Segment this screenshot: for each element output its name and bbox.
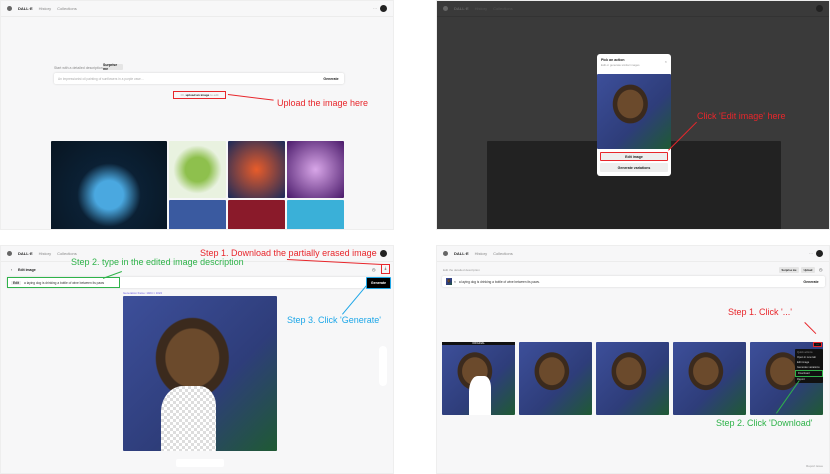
avatar[interactable] <box>380 5 387 12</box>
prompt-input[interactable]: × a laying dog is drinking a bottle of wi… <box>442 276 825 287</box>
nav-collections: Collections <box>493 6 513 11</box>
annotation-step2: Step 2. Click 'Download' <box>716 418 813 428</box>
pick-action-modal: Pick an action Edit or generate similar … <box>597 54 671 176</box>
top-nav: DALL·E History Collections ··· <box>437 246 829 262</box>
nav-collections[interactable]: Collections <box>57 251 77 256</box>
zoom-slider[interactable] <box>379 346 387 386</box>
nav-collections[interactable]: Collections <box>57 6 77 11</box>
prompt-input[interactable]: An Impressionist oil painting of sunflow… <box>54 73 344 84</box>
brand[interactable]: DALL·E <box>18 6 33 11</box>
uploaded-image <box>597 74 671 149</box>
top-nav: DALL·E History Collections <box>437 1 829 17</box>
modal-title: Pick an action <box>601 58 625 62</box>
panel-upload: DALL·E History Collections ··· Start wit… <box>0 0 394 230</box>
upload-button[interactable]: Upload <box>801 267 815 273</box>
surprise-me-button[interactable]: Surprise me <box>779 267 799 273</box>
thumbnail <box>446 278 452 285</box>
erased-area <box>469 376 491 415</box>
more-options-button[interactable]: ··· <box>813 342 822 347</box>
generation-frame-label: Generation frame: 1024 × 1024 <box>123 291 162 295</box>
history-icon[interactable]: ◷ <box>819 267 823 272</box>
gallery-image[interactable] <box>287 141 344 198</box>
nav-collections[interactable]: Collections <box>493 251 513 256</box>
annotation-upload: Upload the image here <box>277 98 369 108</box>
prompt-label: Start with a detailed description <box>54 66 103 70</box>
upload-link-box[interactable]: Or, upload an image to edit <box>173 91 226 99</box>
nav-history[interactable]: History <box>475 251 487 256</box>
openai-logo-icon <box>443 251 448 256</box>
upload-image-link[interactable]: upload an image <box>186 93 210 97</box>
brand[interactable]: DALL·E <box>18 251 33 256</box>
report-issue-link[interactable]: Report issue <box>806 464 823 468</box>
nav-history: History <box>474 6 488 11</box>
gallery-image[interactable] <box>169 200 226 229</box>
menu-download[interactable]: Download <box>795 370 823 377</box>
result-image[interactable] <box>519 342 592 415</box>
close-icon[interactable]: × <box>665 59 667 64</box>
gallery-image[interactable] <box>228 200 285 229</box>
nav-history[interactable]: History <box>39 6 51 11</box>
edit-toolbar[interactable] <box>176 459 224 467</box>
annotation-step2: Step 2. type in the edited image descrip… <box>71 257 244 267</box>
surprise-me-button[interactable]: Surprise me <box>103 63 123 71</box>
avatar[interactable] <box>380 250 387 257</box>
nav-history[interactable]: History <box>39 251 51 256</box>
quick-actions-menu: Quick actions Open in new tab Edit image… <box>795 349 823 383</box>
openai-logo-icon <box>7 6 12 11</box>
history-icon[interactable]: ◷ <box>372 267 376 272</box>
modal-subtitle: Edit or generate similar images <box>601 63 640 67</box>
gallery-image[interactable] <box>228 141 285 198</box>
more-icon[interactable]: ··· <box>373 6 377 11</box>
avatar <box>816 5 823 12</box>
remove-icon[interactable]: × <box>454 280 456 284</box>
annotation-step1: Step 1. Click '...' <box>728 307 792 317</box>
panel-edit-image: DALL·E History Collections ··· ‹ Edit im… <box>0 245 394 474</box>
back-icon[interactable]: ‹ <box>11 268 12 272</box>
gallery-image[interactable] <box>169 141 226 198</box>
result-image[interactable] <box>673 342 746 415</box>
more-icon[interactable]: ··· <box>809 251 813 256</box>
brand: DALL·E <box>454 6 469 11</box>
annotation-edit: Click 'Edit image' here <box>697 111 786 121</box>
prompt-label: Edit the detailed description <box>443 268 480 272</box>
panel-results: DALL·E History Collections ··· Edit the … <box>436 245 830 474</box>
top-nav: DALL·E History Collections ··· <box>1 1 393 17</box>
result-image[interactable] <box>596 342 669 415</box>
download-icon[interactable]: ⤓ <box>381 264 390 274</box>
erased-area <box>161 386 216 451</box>
generate-button[interactable]: Generate <box>366 277 391 289</box>
gallery-image[interactable] <box>51 141 167 229</box>
openai-logo-icon <box>443 6 448 11</box>
brand[interactable]: DALL·E <box>454 251 469 256</box>
generate-variations-button[interactable]: Generate variations <box>600 163 668 172</box>
page-title: Edit image <box>18 268 36 272</box>
avatar[interactable] <box>816 250 823 257</box>
gallery-image[interactable] <box>287 200 344 229</box>
generate-button[interactable]: Generate <box>799 276 823 287</box>
openai-logo-icon <box>7 251 12 256</box>
edit-image-button[interactable]: Edit image <box>600 152 668 161</box>
annotation-step3: Step 3. Click 'Generate' <box>287 315 381 325</box>
generate-button[interactable]: Generate <box>319 73 343 84</box>
